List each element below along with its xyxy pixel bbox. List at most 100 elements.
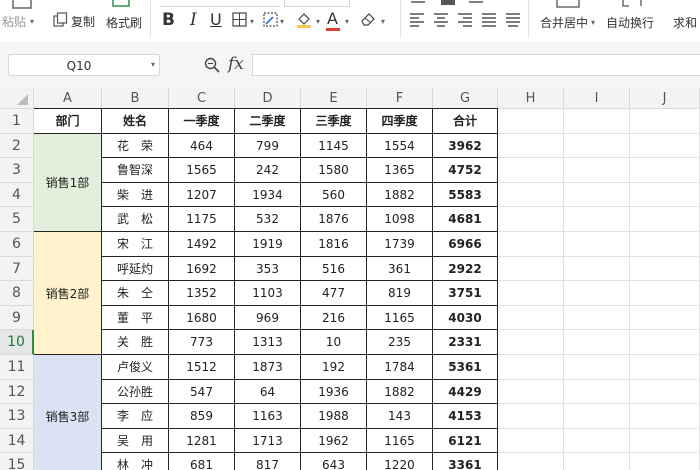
data-cell[interactable]: 1919 <box>235 232 301 257</box>
data-cell[interactable]: 1352 <box>169 281 235 306</box>
grid-cell[interactable] <box>498 281 564 306</box>
wrap-text-button[interactable]: 自动换行 <box>606 14 654 31</box>
grid-cell[interactable] <box>564 428 630 454</box>
data-cell[interactable]: 819 <box>367 281 433 306</box>
table-header-cell[interactable]: 一季度 <box>169 109 235 134</box>
data-cell[interactable]: 477 <box>301 281 367 306</box>
data-cell[interactable]: 560 <box>301 182 367 208</box>
department-cell[interactable]: 销售2部 <box>34 232 102 355</box>
data-cell[interactable]: 1876 <box>301 207 367 232</box>
paste-dropdown-icon[interactable]: ▾ <box>30 17 34 26</box>
grid-cell[interactable] <box>564 133 630 159</box>
data-cell[interactable]: 1936 <box>301 379 367 405</box>
employee-name-cell[interactable]: 鲁智深 <box>102 158 169 183</box>
column-header-i[interactable]: I <box>564 88 630 109</box>
data-cell[interactable]: 2922 <box>433 256 498 282</box>
data-cell[interactable]: 1165 <box>367 428 433 454</box>
font-color-dropdown-icon[interactable]: ▾ <box>345 17 349 26</box>
row-header-12[interactable]: 12 <box>0 379 34 405</box>
data-cell[interactable]: 1882 <box>367 182 433 208</box>
fill-color-dropdown-icon[interactable]: ▾ <box>316 17 320 26</box>
wrap-text-icon[interactable] <box>620 0 644 9</box>
bold-button[interactable]: B <box>162 10 175 30</box>
table-header-cell[interactable]: 三季度 <box>301 109 367 134</box>
column-header-a[interactable]: A <box>34 88 102 109</box>
row-header-13[interactable]: 13 <box>0 404 34 429</box>
column-header-e[interactable]: E <box>301 88 367 109</box>
data-cell[interactable]: 4153 <box>433 404 498 429</box>
fill-color-icon[interactable] <box>296 11 312 28</box>
grid-cell[interactable] <box>564 330 630 355</box>
grid-cell[interactable] <box>498 109 564 134</box>
grid-cell[interactable] <box>630 232 700 257</box>
format-painter-icon[interactable] <box>110 0 132 8</box>
data-cell[interactable]: 3361 <box>433 453 498 470</box>
copy-button[interactable]: 复制 <box>71 13 95 30</box>
font-color-button[interactable]: A <box>327 9 338 28</box>
grid-cell[interactable] <box>564 158 630 183</box>
data-cell[interactable]: 1103 <box>235 281 301 306</box>
employee-name-cell[interactable]: 关 胜 <box>102 330 169 355</box>
grid-cell[interactable] <box>498 355 564 380</box>
data-cell[interactable]: 1739 <box>367 232 433 257</box>
grid-cell[interactable] <box>630 379 700 405</box>
data-cell[interactable]: 2331 <box>433 330 498 355</box>
data-cell[interactable]: 1220 <box>367 453 433 470</box>
grid-cell[interactable] <box>498 232 564 257</box>
grid-cell[interactable] <box>498 256 564 282</box>
row-header-6[interactable]: 6 <box>0 232 34 257</box>
data-cell[interactable]: 1580 <box>301 158 367 183</box>
font-size-box[interactable] <box>284 0 350 7</box>
name-box[interactable]: Q10 ▾ <box>8 54 160 76</box>
data-cell[interactable]: 10 <box>301 330 367 355</box>
grid-cell[interactable] <box>630 207 700 232</box>
data-cell[interactable]: 235 <box>367 330 433 355</box>
align-top-icon[interactable] <box>409 0 487 8</box>
data-cell[interactable]: 1713 <box>235 428 301 454</box>
grid-cell[interactable] <box>630 404 700 429</box>
row-header-10[interactable]: 10 <box>0 330 34 355</box>
data-cell[interactable]: 5583 <box>433 182 498 208</box>
grid-cell[interactable] <box>564 207 630 232</box>
borders-icon[interactable] <box>232 12 247 27</box>
data-cell[interactable]: 64 <box>235 379 301 405</box>
data-cell[interactable]: 1962 <box>301 428 367 454</box>
grid-cell[interactable] <box>630 256 700 282</box>
row-header-11[interactable]: 11 <box>0 355 34 380</box>
format-painter-button[interactable]: 格式刷 <box>106 14 142 31</box>
zoom-search-icon[interactable] <box>204 57 220 73</box>
row-header-4[interactable]: 4 <box>0 182 34 208</box>
data-cell[interactable]: 242 <box>235 158 301 183</box>
underline-button[interactable]: U <box>210 10 222 29</box>
data-cell[interactable]: 1145 <box>301 133 367 159</box>
data-cell[interactable]: 4030 <box>433 305 498 331</box>
data-cell[interactable]: 969 <box>235 305 301 331</box>
grid-cell[interactable] <box>564 453 630 470</box>
row-header-1[interactable]: 1 <box>0 109 34 134</box>
employee-name-cell[interactable]: 武 松 <box>102 207 169 232</box>
align-center-icon[interactable] <box>433 11 449 27</box>
data-cell[interactable]: 464 <box>169 133 235 159</box>
grid-cell[interactable] <box>630 428 700 454</box>
data-cell[interactable]: 4429 <box>433 379 498 405</box>
font-name-box[interactable] <box>160 0 280 7</box>
distributed-align-icon[interactable] <box>505 11 521 27</box>
data-cell[interactable]: 1165 <box>367 305 433 331</box>
row-header-15[interactable]: 15 <box>0 453 34 470</box>
employee-name-cell[interactable]: 李 应 <box>102 404 169 429</box>
column-header-g[interactable]: G <box>433 88 498 109</box>
grid-cell[interactable] <box>498 305 564 331</box>
grid-cell[interactable] <box>630 158 700 183</box>
data-cell[interactable]: 1281 <box>169 428 235 454</box>
grid-cell[interactable] <box>498 404 564 429</box>
table-header-cell[interactable]: 姓名 <box>102 109 169 134</box>
data-cell[interactable]: 1816 <box>301 232 367 257</box>
align-right-icon[interactable] <box>457 11 473 27</box>
data-cell[interactable]: 3962 <box>433 133 498 159</box>
data-cell[interactable]: 1492 <box>169 232 235 257</box>
column-header-c[interactable]: C <box>169 88 235 109</box>
column-header-f[interactable]: F <box>367 88 433 109</box>
data-cell[interactable]: 1692 <box>169 256 235 282</box>
merge-center-dropdown-icon[interactable]: ▾ <box>591 18 595 27</box>
data-cell[interactable]: 1565 <box>169 158 235 183</box>
